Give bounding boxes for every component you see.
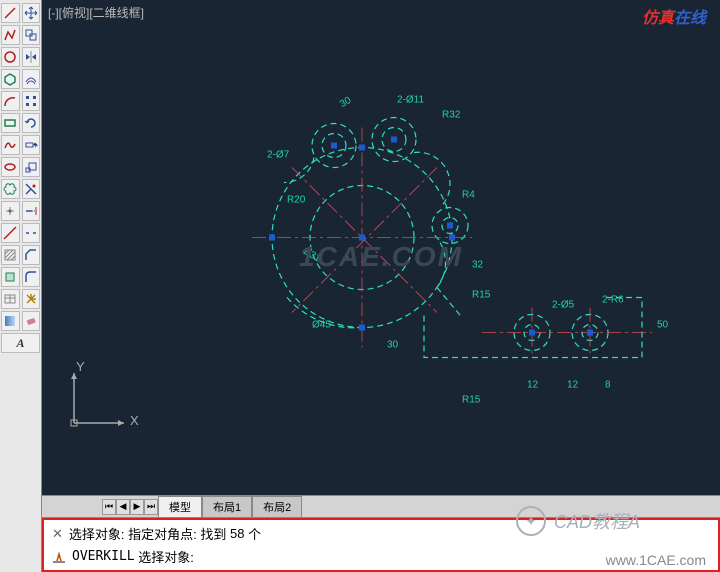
svg-text:2-Ø5: 2-Ø5: [552, 300, 575, 311]
spline-tool[interactable]: [1, 135, 20, 155]
hatch-tool[interactable]: [1, 245, 20, 265]
svg-text:2-Ø7: 2-Ø7: [267, 150, 290, 161]
xline-tool[interactable]: [1, 223, 20, 243]
svg-text:R20: R20: [287, 195, 306, 206]
stretch-tool[interactable]: [22, 135, 41, 155]
extend-tool[interactable]: [22, 201, 41, 221]
ucs-x-label: X: [130, 413, 139, 428]
ellipse-tool[interactable]: [1, 157, 20, 177]
mtext-tool[interactable]: A: [1, 333, 40, 353]
tab-nav-last[interactable]: ⏭: [144, 499, 158, 515]
region-tool[interactable]: [1, 267, 20, 287]
svg-text:2-R6: 2-R6: [602, 295, 624, 306]
svg-text:12: 12: [567, 380, 579, 391]
svg-text:R15: R15: [462, 395, 481, 406]
point-tool[interactable]: [1, 201, 20, 221]
array-tool[interactable]: [22, 91, 41, 111]
line-tool[interactable]: [1, 3, 20, 23]
arc-tool[interactable]: [1, 91, 20, 111]
cad-drawing: 30 2-Ø11 R32 2-Ø7 R20 R4 Ø31 32 Ø45 R15 …: [42, 0, 720, 495]
tab-layout2[interactable]: 布局2: [252, 496, 302, 517]
svg-text:Ø45: Ø45: [312, 320, 331, 331]
rotate-tool[interactable]: [22, 113, 41, 133]
gradient-tool[interactable]: [1, 311, 20, 331]
polyline-tool[interactable]: [1, 25, 20, 45]
tab-nav-prev[interactable]: ◀: [116, 499, 130, 515]
tab-nav-first[interactable]: ⏮: [102, 499, 116, 515]
svg-text:32: 32: [472, 260, 484, 271]
svg-text:R15: R15: [472, 290, 491, 301]
break-tool[interactable]: [22, 223, 41, 243]
command-prompt-icon: [52, 550, 66, 564]
draw-toolbar: A: [0, 0, 42, 572]
svg-text:2-Ø11: 2-Ø11: [397, 95, 424, 106]
command-panel: ✕ 选择对象: 指定对角点: 找到 58 个 OVERKILL 选择对象:: [42, 517, 720, 572]
fillet-tool[interactable]: [22, 267, 41, 287]
chamfer-tool[interactable]: [22, 245, 41, 265]
svg-text:8: 8: [605, 380, 611, 391]
svg-text:30: 30: [387, 340, 399, 351]
polygon-tool[interactable]: [1, 69, 20, 89]
command-highlight: ✕ 选择对象: 指定对角点: 找到 58 个 OVERKILL 选择对象:: [42, 518, 720, 572]
tab-layout1[interactable]: 布局1: [202, 496, 252, 517]
tab-nav-next[interactable]: ▶: [130, 499, 144, 515]
drawing-canvas[interactable]: [-][俯视][二维线框]: [42, 0, 720, 495]
tab-model[interactable]: 模型: [158, 496, 202, 517]
erase-tool[interactable]: [22, 311, 41, 331]
trim-tool[interactable]: [22, 179, 41, 199]
svg-text:30: 30: [338, 95, 354, 110]
move-tool[interactable]: [22, 3, 41, 23]
offset-tool[interactable]: [22, 69, 41, 89]
table-tool[interactable]: [1, 289, 20, 309]
explode-tool[interactable]: [22, 289, 41, 309]
ucs-y-label: Y: [76, 359, 85, 374]
svg-text:R4: R4: [462, 190, 475, 201]
circle-tool[interactable]: [1, 47, 20, 67]
layout-tab-bar: ⏮ ◀ ▶ ⏭ 模型 布局1 布局2: [42, 495, 720, 517]
rectangle-tool[interactable]: [1, 113, 20, 133]
svg-text:R32: R32: [442, 110, 461, 121]
command-history-line: ✕ 选择对象: 指定对角点: 找到 58 个: [48, 522, 714, 545]
command-input-line[interactable]: OVERKILL 选择对象:: [48, 545, 714, 568]
svg-text:50: 50: [657, 320, 669, 331]
ucs-icon: X Y: [62, 355, 142, 435]
svg-text:Ø31: Ø31: [301, 246, 323, 265]
revcloud-tool[interactable]: [1, 179, 20, 199]
svg-text:12: 12: [527, 380, 539, 391]
copy-tool[interactable]: [22, 25, 41, 45]
mirror-tool[interactable]: [22, 47, 41, 67]
cmd-close-icon[interactable]: ✕: [52, 526, 63, 542]
main-area: [-][俯视][二维线框]: [42, 0, 720, 572]
scale-tool[interactable]: [22, 157, 41, 177]
